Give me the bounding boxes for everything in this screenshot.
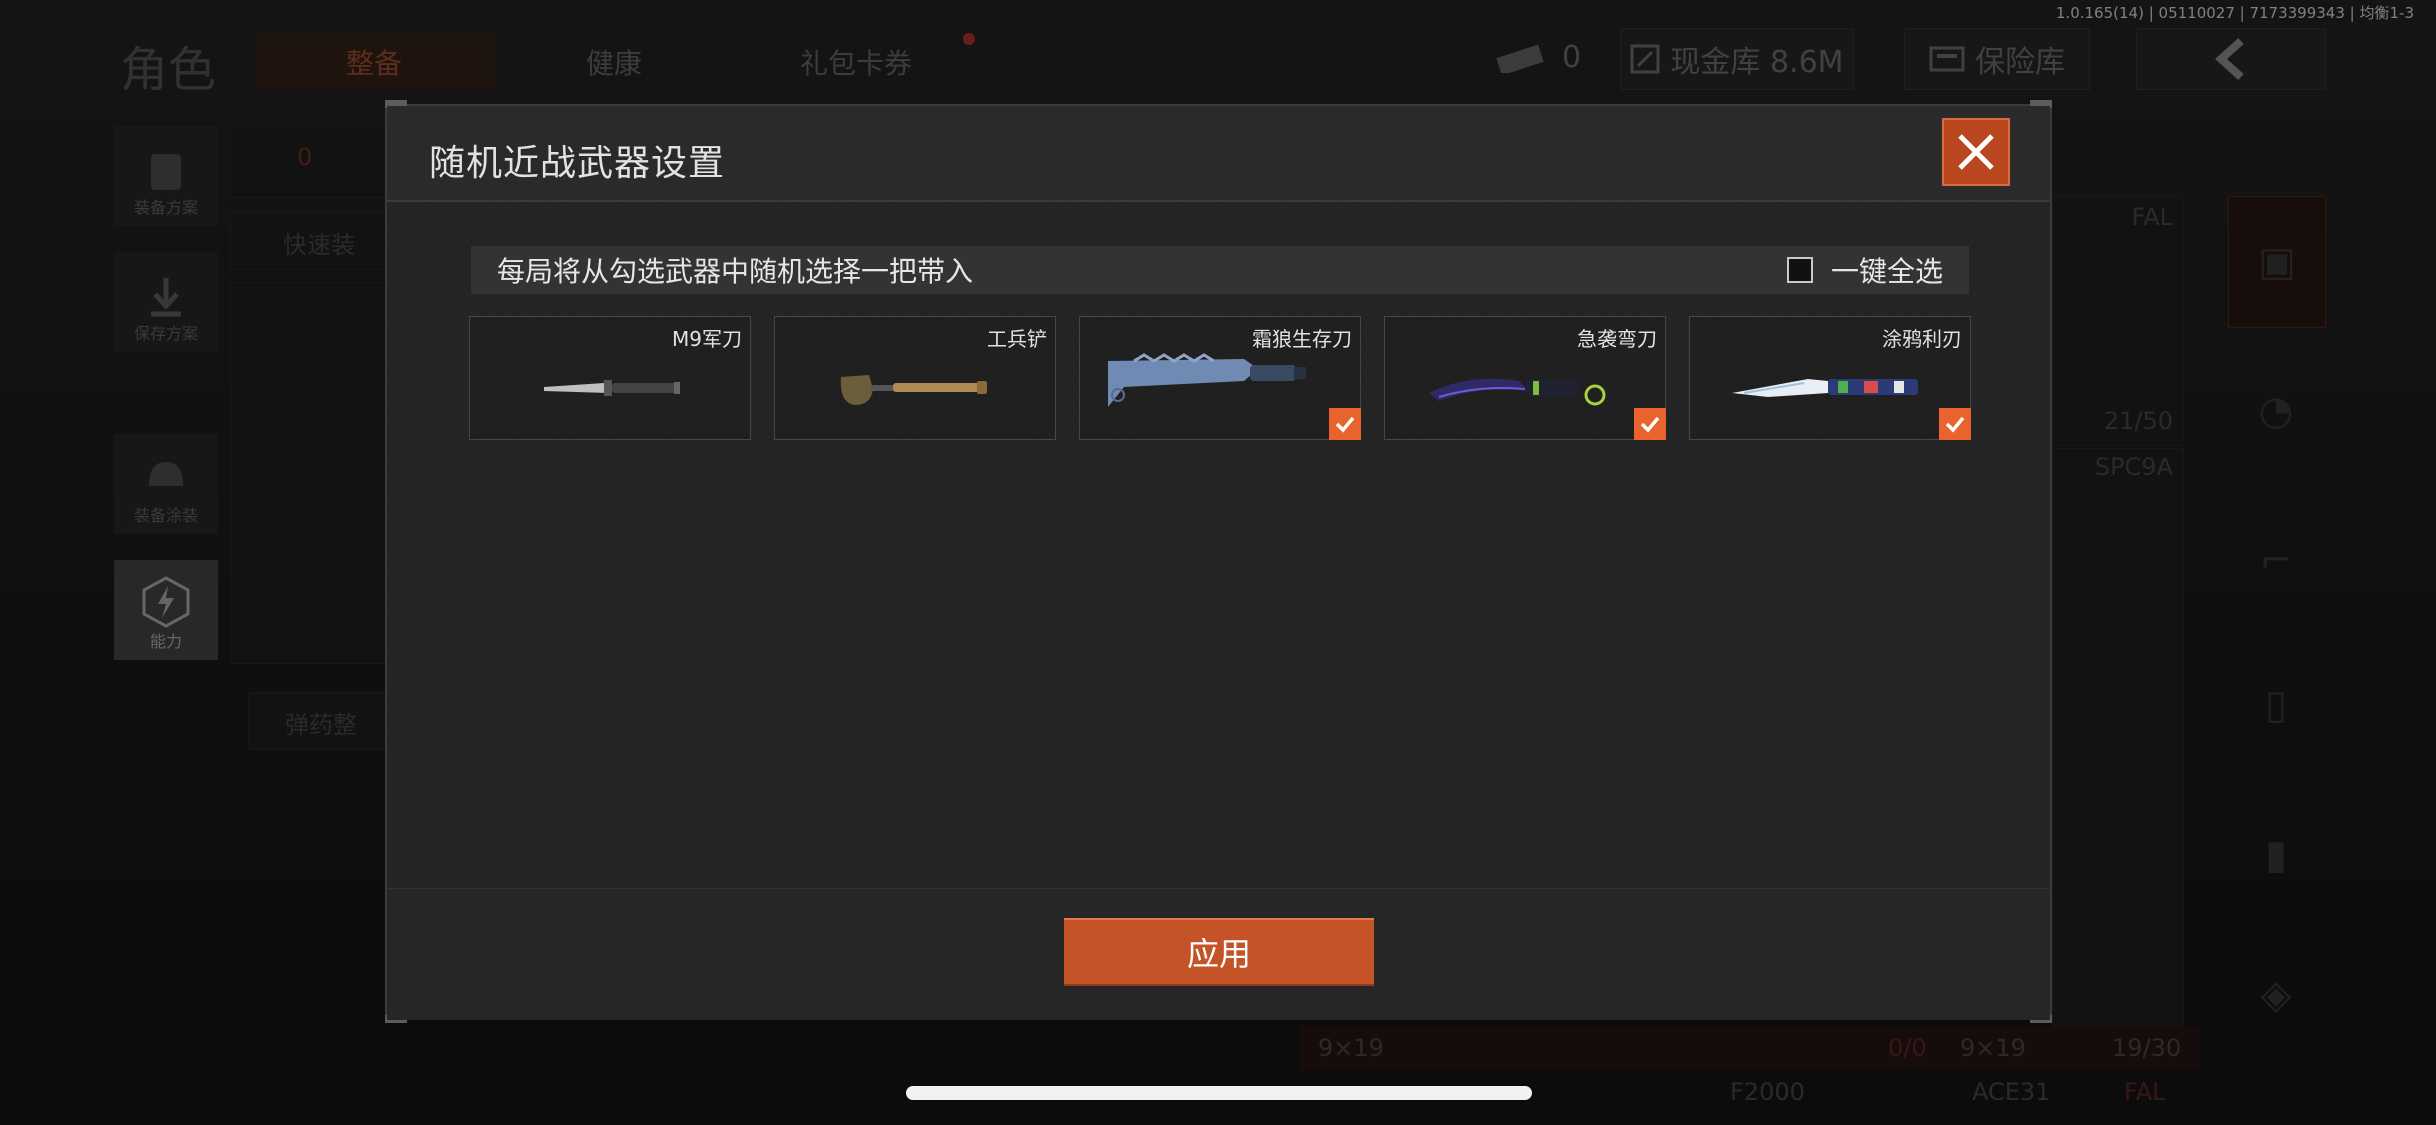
instruction-bar: 每局将从勾选武器中随机选择一把带入 一键全选 [471, 246, 1969, 294]
karambit-icon [1429, 378, 1606, 406]
check-icon [1640, 416, 1660, 433]
select-all-toggle[interactable]: 一键全选 [1786, 250, 1943, 290]
graffiti-blade-icon [1732, 379, 1918, 397]
weapon-card-shovel[interactable]: 工兵铲 [774, 316, 1056, 440]
survival-knife-icon [1108, 353, 1306, 407]
close-button[interactable] [1942, 118, 2010, 186]
apply-button[interactable]: 应用 [1064, 918, 1374, 986]
selected-checkmark[interactable] [1634, 408, 1666, 440]
dialog-header: 随机近战武器设置 [387, 106, 2050, 202]
check-icon [1945, 416, 1965, 433]
weapon-card-graffiti-blade[interactable]: 涂鸦利刃 [1689, 316, 1971, 440]
shovel-icon [840, 375, 987, 405]
select-all-label: 一键全选 [1830, 255, 1943, 288]
weapon-name: M9军刀 [672, 327, 742, 351]
weapon-name: 工兵铲 [987, 327, 1047, 351]
weapon-name: 急袭弯刀 [1577, 327, 1657, 351]
dialog-title: 随机近战武器设置 [429, 143, 726, 184]
check-icon [1335, 416, 1355, 433]
home-indicator[interactable] [906, 1086, 1532, 1100]
apply-label: 应用 [1186, 935, 1251, 973]
bayonet-icon [544, 380, 680, 396]
instruction-text: 每局将从勾选武器中随机选择一把带入 [497, 255, 974, 288]
weapon-card-karambit[interactable]: 急袭弯刀 [1384, 316, 1666, 440]
weapon-card-m9[interactable]: M9军刀 [469, 316, 751, 440]
close-icon [1958, 134, 1994, 170]
weapon-name: 涂鸦利刃 [1882, 327, 1962, 351]
selected-checkmark[interactable] [1939, 408, 1971, 440]
selected-checkmark[interactable] [1329, 408, 1361, 440]
select-all-checkbox[interactable] [1786, 257, 1813, 283]
weapon-name: 霜狼生存刀 [1252, 327, 1352, 351]
random-melee-settings-dialog: 随机近战武器设置 每局将从勾选武器中随机选择一把带入 一键全选 M9军刀 工兵铲 [385, 100, 2052, 1023]
weapon-card-frostwolf[interactable]: 霜狼生存刀 [1079, 316, 1361, 440]
